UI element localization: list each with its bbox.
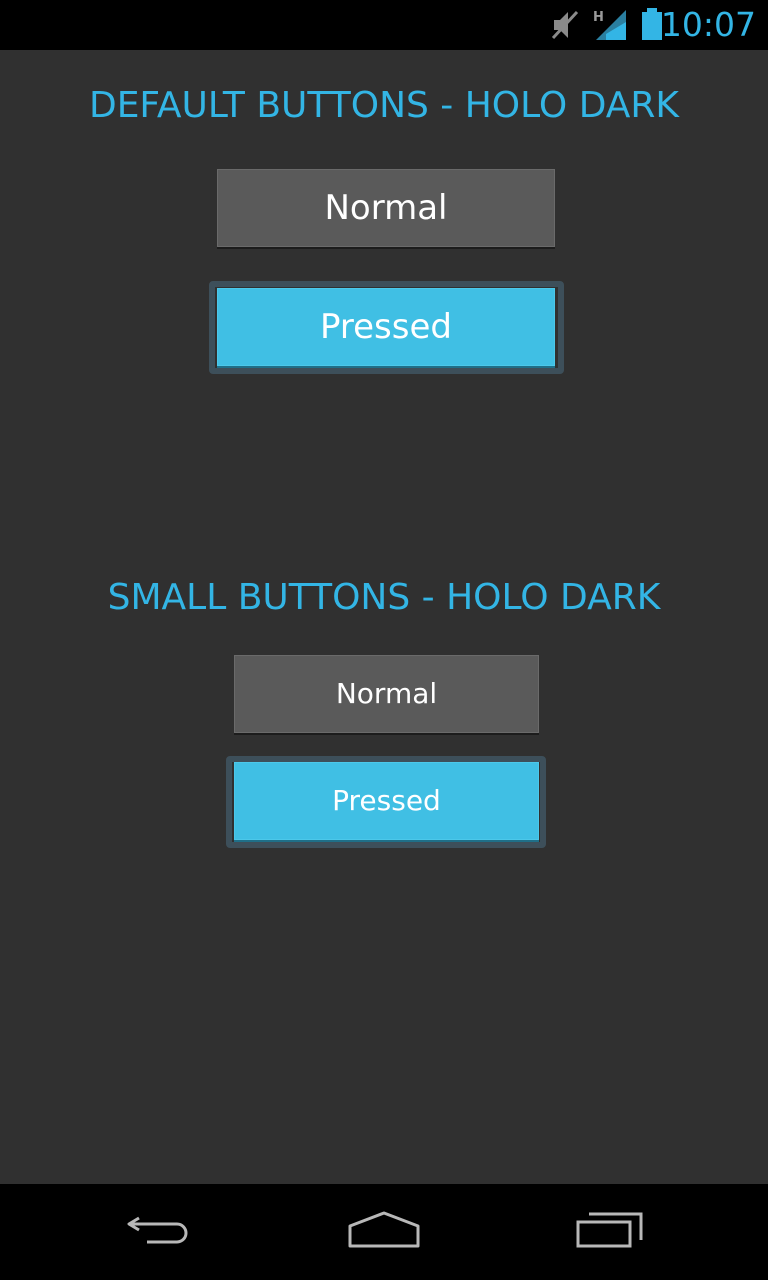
section-title-default-buttons: DEFAULT BUTTONS - HOLO DARK [88,85,680,126]
recent-apps-button[interactable] [550,1204,670,1260]
section-title-small-buttons: SMALL BUTTONS - HOLO DARK [107,577,661,618]
mute-icon [551,8,581,46]
status-clock: 10:07 [660,5,756,44]
small-normal-button[interactable]: Normal [234,655,539,733]
default-pressed-button[interactable]: Pressed [217,288,555,366]
back-icon [125,1210,195,1254]
recent-apps-icon [575,1210,645,1254]
navigation-bar [0,1184,768,1280]
default-normal-button[interactable]: Normal [217,169,555,247]
small-pressed-button[interactable]: Pressed [234,762,539,840]
home-button[interactable] [324,1204,444,1260]
back-button[interactable] [100,1204,220,1260]
home-icon [347,1210,421,1254]
signal-icon: H [592,8,630,46]
network-type-label: H [593,10,604,25]
app-screen: H 10:07 DEFAULT BUTTONS - HOLO DARK Norm… [0,0,768,1280]
status-bar: H 10:07 [0,0,768,50]
